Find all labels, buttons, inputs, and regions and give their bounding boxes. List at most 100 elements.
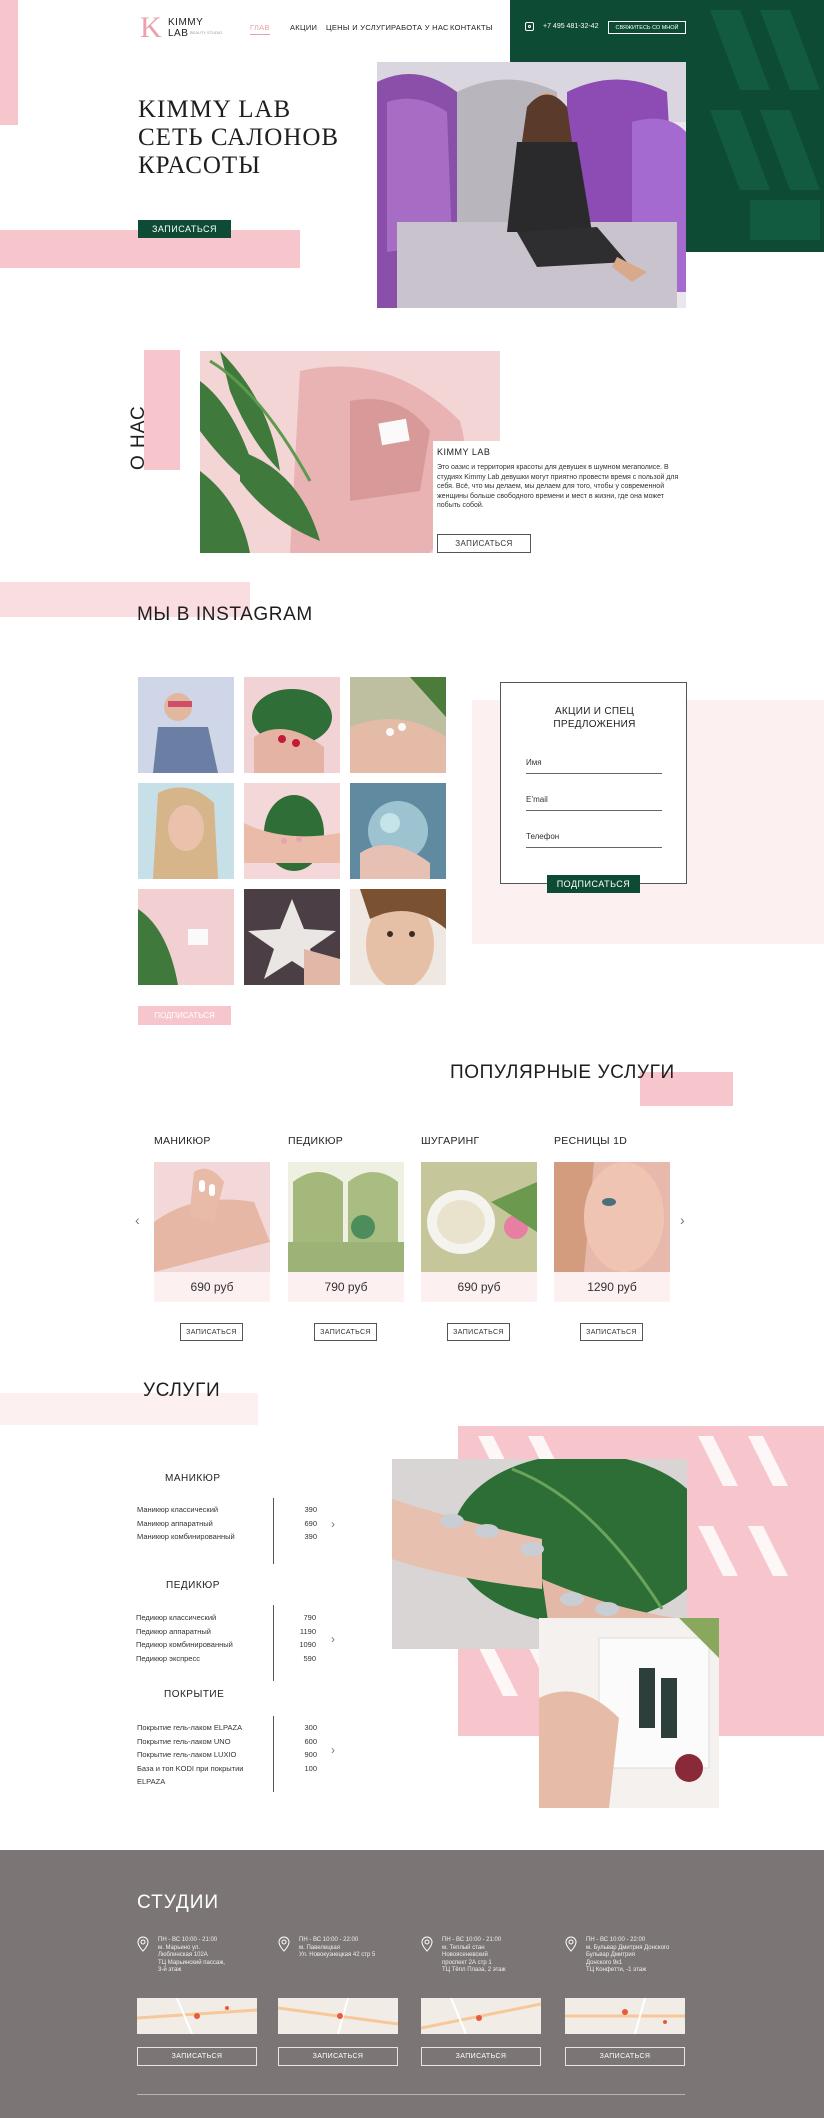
instagram-post[interactable] xyxy=(350,677,446,773)
price-group-title: ПОКРЫТИЕ xyxy=(164,1689,225,1700)
nav-item-promotions[interactable]: АКЦИИ xyxy=(290,23,317,32)
instagram-post[interactable] xyxy=(350,783,446,879)
studio-address: ПН - ВС 10:00 - 22:00 м. Павелецкая Ул. … xyxy=(299,1937,376,1958)
phone-field[interactable]: Телефон xyxy=(526,832,662,848)
about-book-button[interactable]: ЗАПИСАТЬСЯ xyxy=(437,534,531,553)
service-card-photo xyxy=(154,1162,270,1272)
nav-item-home[interactable]: ГЛАВ xyxy=(250,23,270,35)
service-card-price: 690 руб xyxy=(421,1272,537,1302)
promo-form-title: АКЦИИ И СПЕЦ ПРЕДЛОЖЕНИЯ xyxy=(553,706,636,730)
instagram-icon[interactable] xyxy=(525,22,534,31)
studio-map[interactable] xyxy=(137,1998,257,2034)
service-card-title: ШУГАРИНГ xyxy=(421,1135,480,1147)
price-row: Педикюр классический 790 Педикюр аппаратн… xyxy=(136,1611,316,1665)
service-card-book-button[interactable]: ЗАПИСАТЬСЯ xyxy=(447,1323,510,1341)
price-name: База и топ KODI при покрытии ELPAZA xyxy=(137,1763,244,1787)
price-value: 900 xyxy=(304,1750,317,1759)
carousel-prev-arrow[interactable]: ‹ xyxy=(135,1212,140,1228)
logo-icon[interactable]: K xyxy=(140,13,162,43)
nav-item-prices[interactable]: ЦЕНЫ И УСЛУГИ xyxy=(326,23,391,32)
studio-book-button[interactable]: ЗАПИСАТЬСЯ xyxy=(421,2047,541,2066)
instagram-grid xyxy=(138,677,448,987)
instagram-post[interactable] xyxy=(244,889,340,985)
contact-me-button[interactable]: СВЯЖИТЕСЬ СО МНОЙ xyxy=(608,21,686,34)
studio-book-button[interactable]: ЗАПИСАТЬСЯ xyxy=(278,2047,398,2066)
promo-subscribe-button[interactable]: ПОДПИСАТЬСЯ xyxy=(547,875,640,893)
studio-map[interactable] xyxy=(421,1998,541,2034)
price-group-arrow[interactable]: › xyxy=(331,1632,335,1646)
nav-item-careers[interactable]: РАБОТА У НАС xyxy=(391,23,449,32)
studio-address: ПН - ВС 10:00 - 21:00 м. Теплый стан Нов… xyxy=(442,1937,506,1973)
service-card[interactable]: ШУГАРИНГ 690 руб xyxy=(421,1135,537,1302)
instagram-post[interactable] xyxy=(244,677,340,773)
service-card-book-button[interactable]: ЗАПИСАТЬСЯ xyxy=(180,1323,243,1341)
price-value: 390 xyxy=(304,1532,317,1541)
studio-book-button[interactable]: ЗАПИСАТЬСЯ xyxy=(137,2047,257,2066)
service-card[interactable]: РЕСНИЦЫ 1D 1290 руб xyxy=(554,1135,670,1302)
footer-divider xyxy=(137,2094,685,2095)
studios-title: СТУДИИ xyxy=(137,1892,220,1913)
price-name: Педикюр классический xyxy=(136,1613,217,1622)
location-pin-icon xyxy=(137,1936,149,1952)
hero-title: KIMMY LAB СЕТЬ САЛОНОВ КРАСОТЫ xyxy=(138,96,368,180)
studios-footer: СТУДИИ ПН - ВС 10:00 - 21:00 м. Марьино … xyxy=(0,1850,824,2118)
phone-number[interactable]: +7 495 481-32-42 xyxy=(543,23,598,30)
services-photo-luxio xyxy=(539,1618,719,1808)
instagram-post[interactable] xyxy=(244,783,340,879)
carousel-next-arrow[interactable]: › xyxy=(680,1212,685,1228)
hero-title-line-2: СЕТЬ САЛОНОВ xyxy=(138,124,340,151)
studio-address: ПН - ВС 10:00 - 21:00 м. Марьино ул. Люб… xyxy=(158,1937,225,1973)
instagram-title: МЫ В INSTAGRAM xyxy=(137,604,313,625)
price-name: Маникюр классический xyxy=(137,1505,219,1514)
about-card-title: KIMMY LAB xyxy=(437,447,491,457)
studio-map[interactable] xyxy=(278,1998,398,2034)
service-card-photo xyxy=(288,1162,404,1272)
price-row: Маникюр классический 390 Маникюр аппаратн… xyxy=(137,1503,317,1544)
email-field[interactable]: E’mail xyxy=(526,795,662,811)
location-pin-icon xyxy=(565,1936,577,1952)
location-pin-icon xyxy=(278,1936,290,1952)
service-card-photo xyxy=(554,1162,670,1272)
about-card-text: Это оазис и территория красоты для девуш… xyxy=(437,464,679,509)
decor-pink-top-left xyxy=(0,0,18,125)
price-row: Покрытие гель-лаком ELPAZA 300 Покрытие г… xyxy=(137,1721,317,1789)
service-card-title: МАНИКЮР xyxy=(154,1135,211,1147)
service-card[interactable]: МАНИКЮР 690 руб xyxy=(154,1135,270,1302)
service-card-price: 690 руб xyxy=(154,1272,270,1302)
name-field[interactable]: Имя xyxy=(526,758,662,774)
service-card-price: 790 руб xyxy=(288,1272,404,1302)
instagram-post[interactable] xyxy=(350,889,446,985)
instagram-post[interactable] xyxy=(138,783,234,879)
service-card-photo xyxy=(421,1162,537,1272)
price-name: Педикюр аппаратный xyxy=(136,1626,211,1636)
price-group-arrow[interactable]: › xyxy=(331,1517,335,1531)
studio-map[interactable] xyxy=(565,1998,685,2034)
service-card-book-button[interactable]: ЗАПИСАТЬСЯ xyxy=(580,1323,643,1341)
hero-book-button[interactable]: ЗАПИСАТЬСЯ xyxy=(138,220,231,238)
instagram-subscribe-button[interactable]: ПОДПИСАТЬСЯ xyxy=(138,1006,231,1025)
price-group-title: МАНИКЮР xyxy=(165,1473,221,1484)
service-card[interactable]: ПЕДИКЮР 790 руб xyxy=(288,1135,404,1302)
service-card-book-button[interactable]: ЗАПИСАТЬСЯ xyxy=(314,1323,377,1341)
price-group-arrow[interactable]: › xyxy=(331,1743,335,1757)
about-vertical-title: О НАС xyxy=(128,405,149,470)
price-value: 100 xyxy=(304,1763,317,1773)
services-title: УСЛУГИ xyxy=(143,1380,221,1401)
logo-name[interactable]: KIMMY LAB xyxy=(168,17,208,39)
location-pin-icon xyxy=(421,1936,433,1952)
nav-item-contacts[interactable]: КОНТАКТЫ xyxy=(450,23,493,32)
service-card-title: РЕСНИЦЫ 1D xyxy=(554,1135,628,1147)
price-value: 1090 xyxy=(299,1640,316,1649)
studio-book-button[interactable]: ЗАПИСАТЬСЯ xyxy=(565,2047,685,2066)
promo-form: АКЦИИ И СПЕЦ ПРЕДЛОЖЕНИЯ Имя E’mail Теле… xyxy=(500,682,687,884)
instagram-post[interactable] xyxy=(138,677,234,773)
price-name: Педикюр экспресс xyxy=(136,1653,200,1663)
instagram-post[interactable] xyxy=(138,889,234,985)
price-group-title: ПЕДИКЮР xyxy=(166,1580,220,1591)
service-card-title: ПЕДИКЮР xyxy=(288,1135,344,1147)
logo-subtitle: BEAUTY STUDIO xyxy=(190,30,223,35)
popular-title: ПОПУЛЯРНЫЕ УСЛУГИ xyxy=(450,1062,675,1083)
price-name: Покрытие гель-лаком ELPAZA xyxy=(137,1723,243,1732)
service-card-price: 1290 руб xyxy=(554,1272,670,1302)
price-value: 590 xyxy=(303,1653,316,1663)
